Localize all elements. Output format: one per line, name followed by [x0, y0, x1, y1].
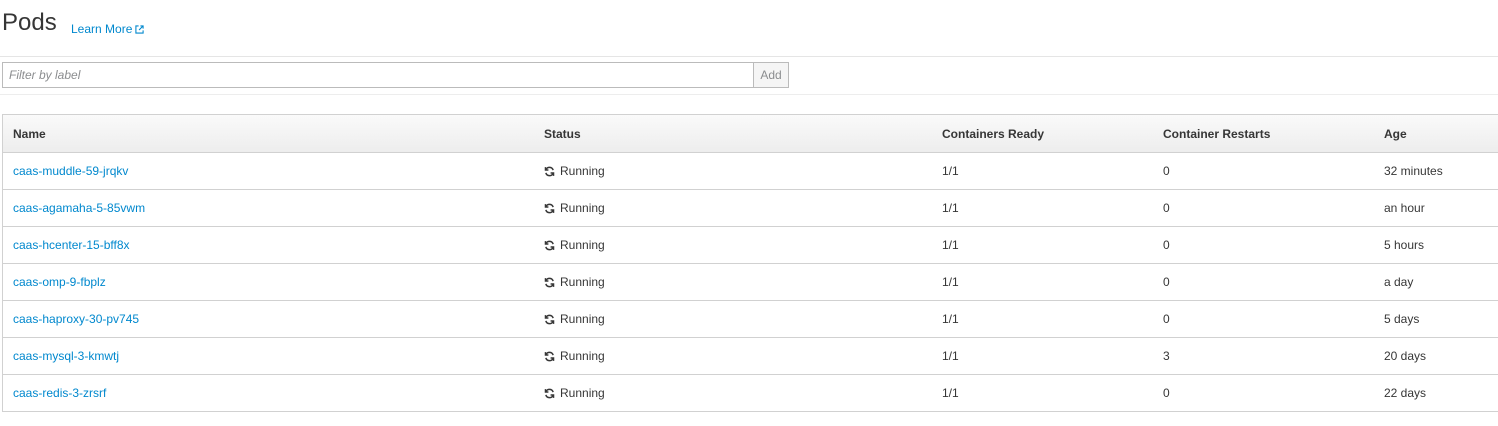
- column-header-name[interactable]: Name: [13, 127, 46, 141]
- pod-container-restarts: 0: [1163, 201, 1170, 215]
- filter-input-wrapper: [2, 62, 754, 88]
- pod-status-label: Running: [560, 349, 605, 363]
- pod-name-link[interactable]: caas-hcenter-15-bff8x: [13, 238, 130, 252]
- pod-age: 22 days: [1384, 386, 1427, 400]
- pod-age: 5 hours: [1384, 238, 1425, 252]
- pod-name-link[interactable]: caas-muddle-59-jrqkv: [13, 164, 128, 178]
- pod-status: Running: [544, 164, 605, 178]
- pod-status: Running: [544, 275, 605, 289]
- pod-name-link[interactable]: caas-redis-3-zrsrf: [13, 386, 106, 400]
- pod-name-link[interactable]: caas-omp-9-fbplz: [13, 275, 106, 289]
- pod-name-link[interactable]: caas-mysql-3-kmwtj: [13, 349, 119, 363]
- external-link-icon: [135, 24, 145, 34]
- table-row: caas-agamaha-5-85vwm Running 1/1 0 an ho…: [3, 190, 1498, 227]
- table-row: caas-hcenter-15-bff8x Running 1/1 0 5 ho…: [3, 227, 1498, 264]
- pod-containers-ready: 1/1: [942, 238, 959, 252]
- pod-status-label: Running: [560, 238, 605, 252]
- pod-container-restarts: 0: [1163, 238, 1170, 252]
- pod-name-link[interactable]: caas-haproxy-30-pv745: [13, 312, 139, 326]
- pod-status-label: Running: [560, 312, 605, 326]
- pod-age: 20 days: [1384, 349, 1427, 363]
- table-row: caas-muddle-59-jrqkv Running 1/1 0 32 mi…: [3, 153, 1498, 190]
- pod-status-label: Running: [560, 386, 605, 400]
- pod-name-link[interactable]: caas-agamaha-5-85vwm: [13, 201, 145, 215]
- pod-status-label: Running: [560, 275, 605, 289]
- table-row: caas-mysql-3-kmwtj Running 1/1 3 20 days: [3, 338, 1498, 375]
- sync-icon: [544, 351, 555, 361]
- pod-containers-ready: 1/1: [942, 164, 959, 178]
- pod-age: 32 minutes: [1384, 164, 1443, 178]
- pod-status-label: Running: [560, 164, 605, 178]
- pod-containers-ready: 1/1: [942, 275, 959, 289]
- pod-age: 5 days: [1384, 312, 1420, 326]
- sync-icon: [544, 240, 555, 250]
- table-body: caas-muddle-59-jrqkv Running 1/1 0 32 mi…: [3, 153, 1498, 412]
- sync-icon: [544, 277, 555, 287]
- pod-container-restarts: 0: [1163, 386, 1170, 400]
- learn-more-link[interactable]: Learn More: [71, 22, 145, 36]
- sync-icon: [544, 203, 555, 213]
- add-filter-button[interactable]: Add: [753, 62, 789, 88]
- table-row: caas-redis-3-zrsrf Running 1/1 0 22 days: [3, 375, 1498, 412]
- column-header-age[interactable]: Age: [1384, 127, 1407, 141]
- pods-table: Name Status Containers Ready Container R…: [2, 114, 1498, 412]
- pod-status: Running: [544, 349, 605, 363]
- pod-status: Running: [544, 238, 605, 252]
- sync-icon: [544, 314, 555, 324]
- sync-icon: [544, 166, 555, 176]
- column-header-containers-ready[interactable]: Containers Ready: [942, 127, 1044, 141]
- column-header-container-restarts[interactable]: Container Restarts: [1163, 127, 1270, 141]
- column-header-status[interactable]: Status: [544, 127, 581, 141]
- table-header: Name Status Containers Ready Container R…: [3, 115, 1498, 153]
- pod-status: Running: [544, 312, 605, 326]
- table-row: caas-omp-9-fbplz Running 1/1 0 a day: [3, 264, 1498, 301]
- page-header: Pods Learn More: [0, 0, 1498, 57]
- page-title: Pods: [2, 9, 57, 36]
- pod-age: an hour: [1384, 201, 1425, 215]
- filter-input[interactable]: [2, 62, 754, 88]
- pod-status: Running: [544, 386, 605, 400]
- pod-container-restarts: 0: [1163, 164, 1170, 178]
- pod-containers-ready: 1/1: [942, 201, 959, 215]
- pod-containers-ready: 1/1: [942, 349, 959, 363]
- pod-container-restarts: 0: [1163, 275, 1170, 289]
- table-row: caas-haproxy-30-pv745 Running 1/1 0 5 da…: [3, 301, 1498, 338]
- pod-containers-ready: 1/1: [942, 386, 959, 400]
- pod-status: Running: [544, 201, 605, 215]
- pod-containers-ready: 1/1: [942, 312, 959, 326]
- pod-container-restarts: 0: [1163, 312, 1170, 326]
- pod-container-restarts: 3: [1163, 349, 1170, 363]
- learn-more-label: Learn More: [71, 22, 133, 36]
- pod-status-label: Running: [560, 201, 605, 215]
- pod-age: a day: [1384, 275, 1414, 289]
- sync-icon: [544, 388, 555, 398]
